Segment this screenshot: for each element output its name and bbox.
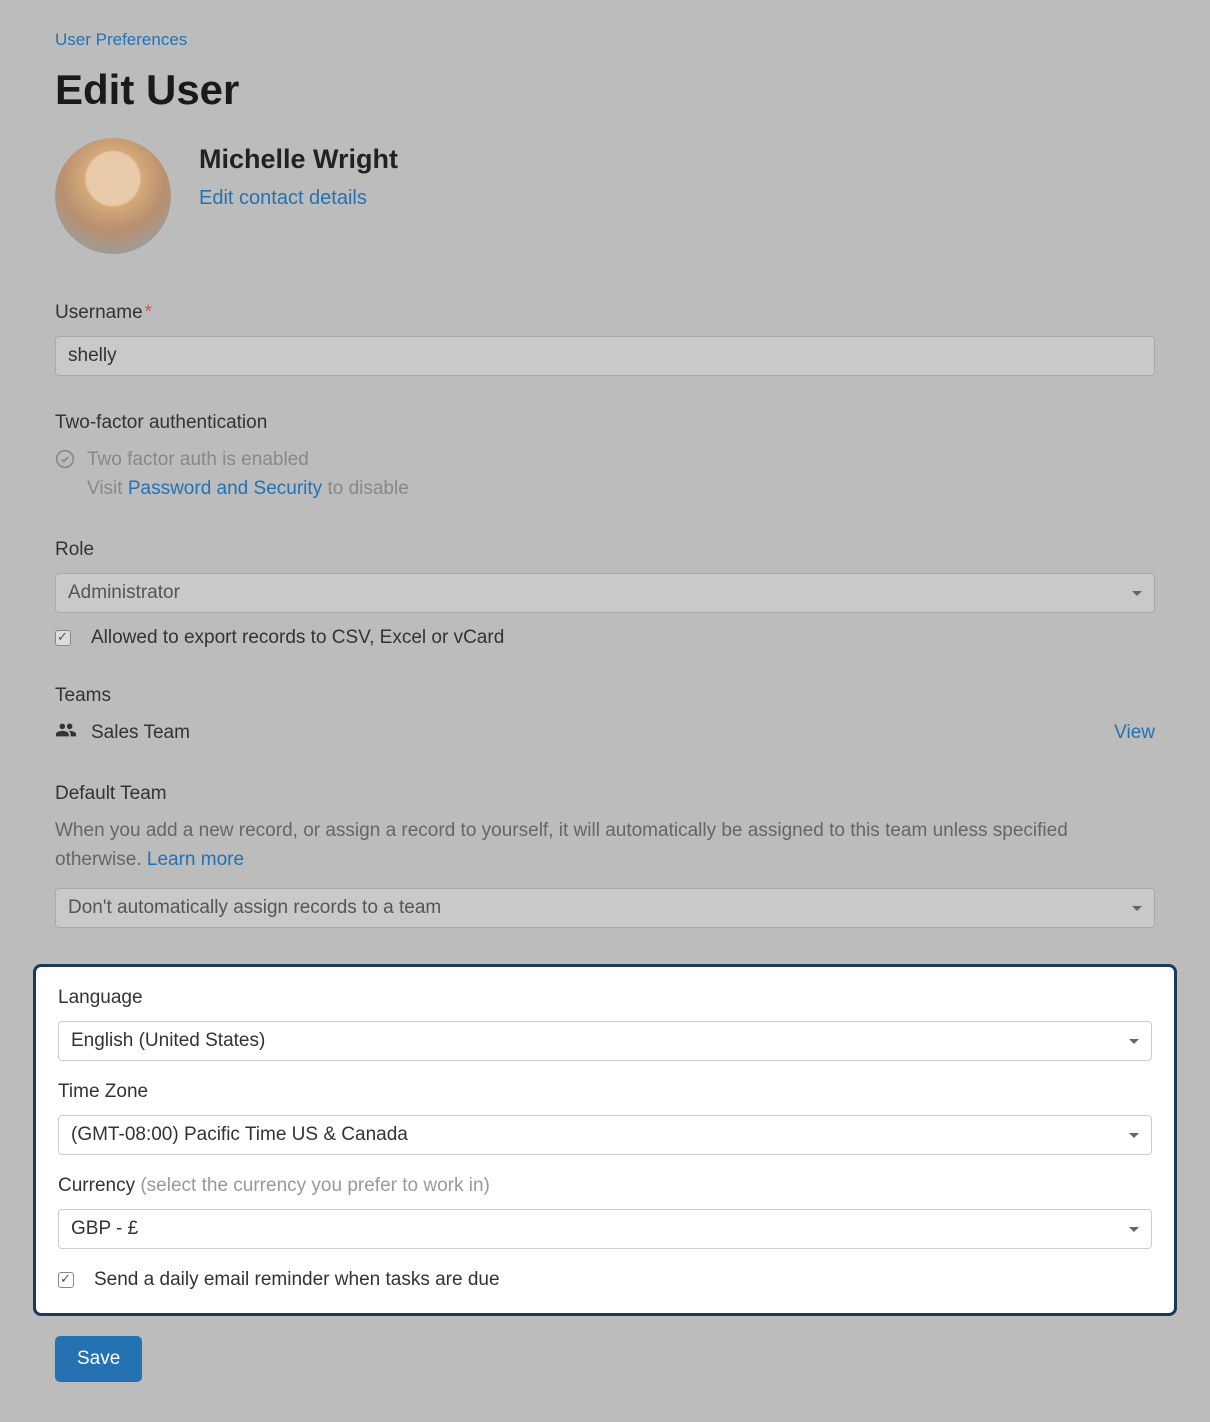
currency-hint: (select the currency you prefer to work … bbox=[140, 1175, 490, 1196]
view-team-link[interactable]: View bbox=[1114, 722, 1155, 744]
tfa-visit-prefix: Visit bbox=[87, 478, 128, 499]
save-button[interactable]: Save bbox=[55, 1336, 142, 1382]
check-circle-icon bbox=[55, 449, 75, 469]
required-indicator: * bbox=[145, 302, 152, 323]
teams-section: Teams Sales Team View bbox=[55, 685, 1155, 747]
locale-settings-box: Language English (United States) Time Zo… bbox=[33, 964, 1177, 1316]
default-team-section: Default Team When you add a new record, … bbox=[55, 783, 1155, 928]
default-team-select[interactable]: Don't automatically assign records to a … bbox=[55, 888, 1155, 928]
avatar[interactable] bbox=[55, 138, 171, 254]
reminder-checkbox[interactable] bbox=[58, 1272, 74, 1288]
role-label: Role bbox=[55, 539, 1155, 561]
chevron-down-icon bbox=[1132, 591, 1142, 596]
tfa-section: Two-factor authentication Two factor aut… bbox=[55, 412, 1155, 503]
currency-value: GBP - £ bbox=[71, 1218, 138, 1240]
currency-select[interactable]: GBP - £ bbox=[58, 1209, 1152, 1249]
role-select[interactable]: Administrator bbox=[55, 573, 1155, 613]
page-title: Edit User bbox=[55, 66, 1155, 114]
user-header: Michelle Wright Edit contact details bbox=[55, 138, 1155, 254]
breadcrumb[interactable]: User Preferences bbox=[55, 30, 1155, 50]
reminder-checkbox-label: Send a daily email reminder when tasks a… bbox=[94, 1269, 500, 1291]
default-team-help: When you add a new record, or assign a r… bbox=[55, 817, 1155, 874]
username-value: shelly bbox=[68, 345, 117, 367]
timezone-label: Time Zone bbox=[58, 1081, 1152, 1103]
currency-label: Currency (select the currency you prefer… bbox=[58, 1175, 1152, 1197]
role-section: Role Administrator Allowed to export rec… bbox=[55, 539, 1155, 649]
username-input[interactable]: shelly bbox=[55, 336, 1155, 376]
language-select[interactable]: English (United States) bbox=[58, 1021, 1152, 1061]
username-section: Username* shelly bbox=[55, 302, 1155, 376]
tfa-enabled-text: Two factor auth is enabled bbox=[87, 446, 409, 475]
export-checkbox-label: Allowed to export records to CSV, Excel … bbox=[91, 627, 504, 649]
tfa-label: Two-factor authentication bbox=[55, 412, 1155, 434]
export-checkbox[interactable] bbox=[55, 630, 71, 646]
learn-more-link[interactable]: Learn more bbox=[147, 849, 244, 870]
role-value: Administrator bbox=[68, 582, 180, 604]
tfa-visit-suffix: to disable bbox=[322, 478, 409, 499]
chevron-down-icon bbox=[1132, 906, 1142, 911]
chevron-down-icon bbox=[1129, 1039, 1139, 1044]
chevron-down-icon bbox=[1129, 1133, 1139, 1138]
user-full-name: Michelle Wright bbox=[199, 144, 398, 175]
chevron-down-icon bbox=[1129, 1227, 1139, 1232]
language-value: English (United States) bbox=[71, 1030, 265, 1052]
reminder-checkbox-row[interactable]: Send a daily email reminder when tasks a… bbox=[58, 1269, 1152, 1291]
username-label: Username* bbox=[55, 302, 1155, 324]
teams-label: Teams bbox=[55, 685, 1155, 707]
export-checkbox-row[interactable]: Allowed to export records to CSV, Excel … bbox=[55, 627, 1155, 649]
team-icon bbox=[55, 719, 77, 747]
username-label-text: Username bbox=[55, 302, 143, 323]
team-name: Sales Team bbox=[91, 722, 190, 744]
language-label: Language bbox=[58, 987, 1152, 1009]
default-team-label: Default Team bbox=[55, 783, 1155, 805]
password-security-link[interactable]: Password and Security bbox=[128, 478, 322, 499]
tfa-status-text: Two factor auth is enabled Visit Passwor… bbox=[87, 446, 409, 503]
default-team-value: Don't automatically assign records to a … bbox=[68, 897, 441, 919]
edit-contact-link[interactable]: Edit contact details bbox=[199, 187, 398, 210]
timezone-select[interactable]: (GMT-08:00) Pacific Time US & Canada bbox=[58, 1115, 1152, 1155]
currency-label-text: Currency bbox=[58, 1175, 140, 1196]
timezone-value: (GMT-08:00) Pacific Time US & Canada bbox=[71, 1124, 408, 1146]
